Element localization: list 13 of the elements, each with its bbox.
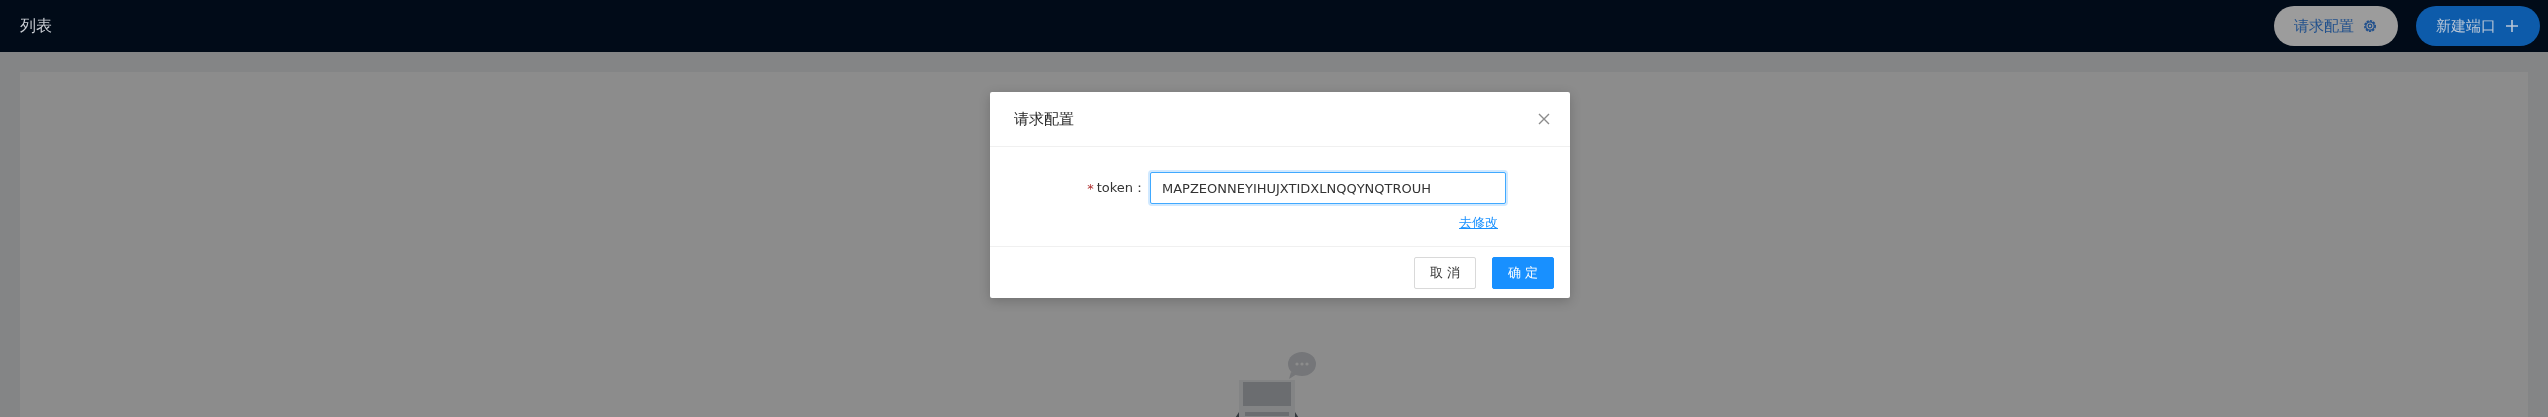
close-icon [1538,113,1550,125]
request-config-button[interactable]: 请求配置 [2274,6,2398,46]
page-title: 列表 [20,15,52,37]
new-port-button[interactable]: 新建端口 [2416,6,2540,46]
settings-icon [2362,18,2378,34]
required-mark: * [1087,180,1094,196]
field-label: token： [1096,179,1146,197]
token-field[interactable]: MAPZEONNEYIHUJXTIDXLNQQYNQTROUH [1150,172,1506,204]
edit-link[interactable]: 去修改 [1459,214,1498,232]
cancel-button[interactable]: 取 消 [1413,257,1476,289]
dialog-title: 请求配置 [1014,109,1074,129]
confirm-button[interactable]: 确 定 [1491,257,1554,289]
plus-icon [2504,18,2520,34]
